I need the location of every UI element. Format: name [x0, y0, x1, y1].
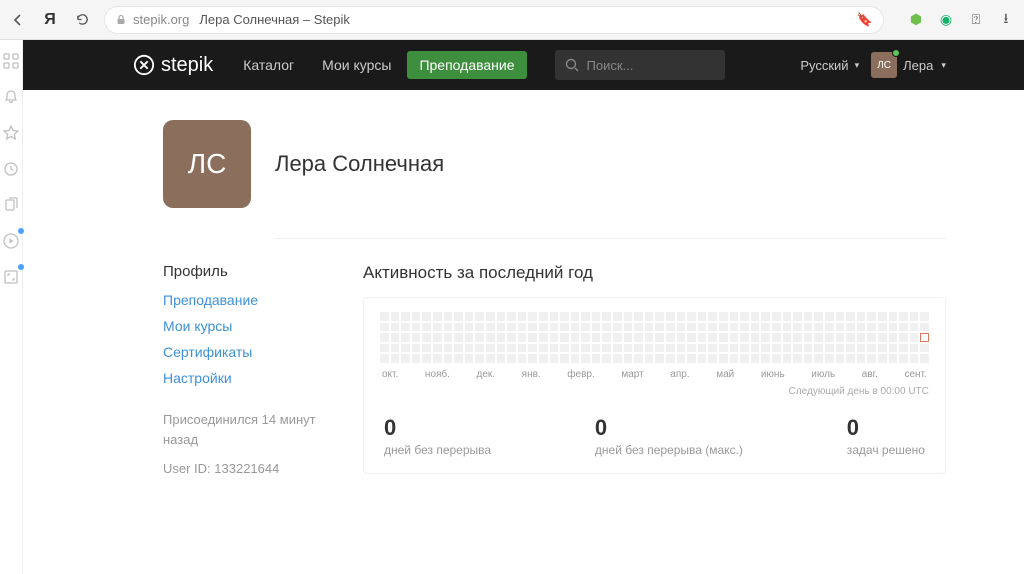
topbar: stepik Каталог Мои курсы Преподавание По… — [23, 40, 1024, 90]
stat-max-streak: 0 дней без перерыва (макс.) — [595, 415, 743, 457]
activity-heading: Активность за последний год — [363, 263, 946, 283]
download-icon[interactable]: ⭳ — [996, 10, 1016, 30]
months-row: окт.нояб.дек.янв.февр.мартапр.майиюньиюл… — [380, 369, 929, 380]
left-rail — [0, 40, 23, 574]
online-indicator — [892, 49, 900, 57]
stat-streak: 0 дней без перерыва — [384, 415, 491, 457]
yandex-icon[interactable]: Я — [40, 10, 60, 30]
nav-catalog[interactable]: Каталог — [231, 40, 306, 90]
stat-solved: 0 задач решено — [847, 415, 925, 457]
url-domain: stepik.org — [133, 12, 189, 27]
reload-button[interactable] — [72, 10, 92, 30]
bookmark-icon[interactable]: 🔖 — [857, 12, 873, 28]
next-day-note: Следующий день в 00:00 UTC — [380, 386, 929, 397]
ext-icon-3[interactable]: ⍰ — [966, 10, 986, 30]
search-input[interactable]: Поиск... — [555, 50, 725, 80]
back-button[interactable] — [8, 10, 28, 30]
page-title-chrome: Лера Солнечная – Stepik — [199, 12, 350, 27]
rail-copy-icon[interactable] — [0, 194, 22, 216]
brand-logo[interactable]: stepik — [133, 54, 213, 77]
sidebar-link-certificates[interactable]: Сертификаты — [163, 344, 323, 360]
activity-section: Активность за последний год окт.нояб.дек… — [363, 263, 946, 479]
avatar-large: ЛС — [163, 120, 251, 208]
joined-text: Присоединился 14 минут назад — [163, 410, 323, 449]
browser-extensions: ⬢ ◉ ⍰ ⭳ — [906, 10, 1016, 30]
lock-icon — [115, 14, 127, 26]
rail-screenshot-icon[interactable] — [0, 266, 22, 288]
nav-my-courses[interactable]: Мои курсы — [310, 40, 403, 90]
user-id: User ID: 133221644 — [163, 459, 323, 479]
sidebar-link-teaching[interactable]: Преподавание — [163, 292, 323, 308]
content: ЛС Лера Солнечная Профиль Преподавание М… — [23, 90, 1024, 574]
rail-play-icon[interactable] — [0, 230, 22, 252]
avatar-small: ЛС — [871, 52, 897, 78]
brand-text: stepik — [161, 54, 213, 77]
address-bar[interactable]: stepik.org Лера Солнечная – Stepik 🔖 — [104, 6, 884, 34]
activity-card: окт.нояб.дек.янв.февр.мартапр.майиюньиюл… — [363, 297, 946, 474]
nav-teaching[interactable]: Преподавание — [407, 51, 526, 79]
rail-star-icon[interactable] — [0, 122, 22, 144]
language-selector[interactable]: Русский▾ — [800, 58, 859, 73]
profile-name: Лера Солнечная — [275, 151, 444, 177]
profile-sidebar: Профиль Преподавание Мои курсы Сертифика… — [163, 263, 323, 479]
ext-icon-1[interactable]: ⬢ — [906, 10, 926, 30]
stepik-logo-icon — [133, 54, 155, 76]
search-icon — [565, 58, 579, 72]
search-placeholder: Поиск... — [587, 58, 634, 73]
divider — [275, 238, 946, 239]
rail-history-icon[interactable] — [0, 158, 22, 180]
rail-bell-icon[interactable] — [0, 86, 22, 108]
activity-heatmap — [380, 312, 929, 363]
rail-apps-icon[interactable] — [0, 50, 22, 72]
browser-chrome: Я stepik.org Лера Солнечная – Stepik 🔖 ⬢… — [0, 0, 1024, 40]
user-menu[interactable]: ЛС Лера▾ — [871, 52, 946, 78]
sidebar-link-settings[interactable]: Настройки — [163, 370, 323, 386]
ext-icon-2[interactable]: ◉ — [936, 10, 956, 30]
profile-header: ЛС Лера Солнечная — [163, 120, 946, 208]
sidebar-head: Профиль — [163, 263, 323, 280]
sidebar-link-my-courses[interactable]: Мои курсы — [163, 318, 323, 334]
